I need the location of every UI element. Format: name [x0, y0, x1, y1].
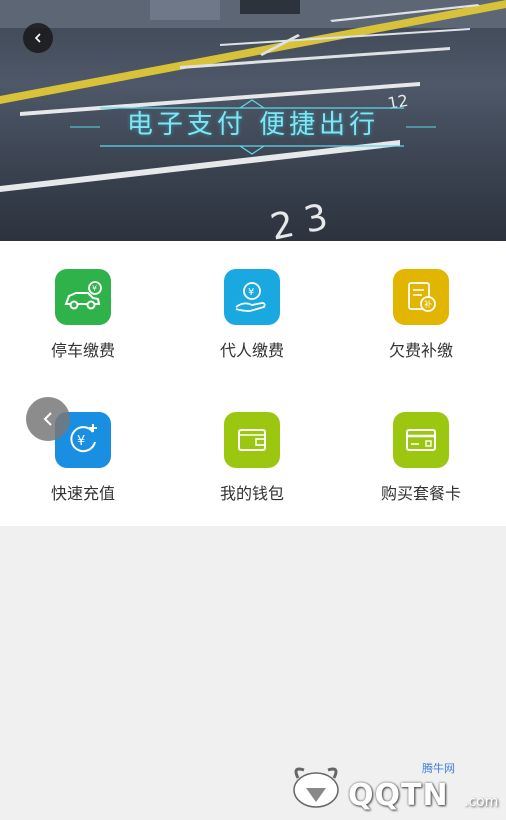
- svg-text:补: 补: [424, 299, 432, 309]
- banner-image[interactable]: 2 3 12 电子支付 便捷出行: [0, 0, 506, 241]
- service-parking-payment[interactable]: ¥ 停车缴费: [13, 269, 153, 379]
- chevron-left-icon: [43, 412, 52, 426]
- bill-icon: 补: [393, 269, 449, 325]
- hand-payment-icon: ¥: [224, 269, 280, 325]
- watermark-suffix: .com: [464, 794, 499, 810]
- watermark-logo: QQTN 腾牛网 .com: [288, 762, 499, 813]
- svg-text:¥: ¥: [248, 287, 254, 298]
- service-my-wallet[interactable]: 我的钱包: [182, 412, 322, 522]
- banner-title: 电子支付 便捷出行: [126, 110, 380, 140]
- watermark-tag: 腾牛网: [422, 762, 455, 775]
- bull-logo-icon: [293, 767, 339, 808]
- svg-text:¥: ¥: [77, 434, 85, 449]
- watermark-brand: QQTN: [348, 778, 449, 813]
- service-proxy-payment[interactable]: ¥ 代人缴费: [182, 269, 322, 379]
- service-label: 购买套餐卡: [380, 484, 461, 503]
- card-icon: [393, 412, 449, 468]
- svg-text:2 3: 2 3: [267, 197, 332, 241]
- service-buy-package-card[interactable]: 购买套餐卡: [351, 412, 491, 522]
- service-label: 快速充值: [50, 484, 115, 503]
- service-label: 停车缴费: [50, 341, 115, 360]
- svg-text:¥: ¥: [92, 284, 97, 293]
- wallet-icon: [224, 412, 280, 468]
- service-grid: ¥ 停车缴费 ¥ 代人缴费 补 欠费补缴 ¥ 快速充值 我的钱包 购买套餐卡: [0, 241, 506, 526]
- chevron-left-icon: [34, 33, 41, 43]
- service-label: 代人缴费: [219, 341, 284, 360]
- app-screen: 2 3 12 电子支付 便捷出行 ¥ 停车缴费 ¥ 代人缴费 补 欠费补缴 ¥ …: [0, 0, 506, 820]
- back-button[interactable]: [23, 23, 53, 53]
- service-arrears-payment[interactable]: 补 欠费补缴: [351, 269, 491, 379]
- service-label: 我的钱包: [219, 484, 284, 503]
- service-label: 欠费补缴: [388, 341, 453, 360]
- floating-back-button[interactable]: [26, 397, 70, 441]
- car-payment-icon: ¥: [55, 269, 111, 325]
